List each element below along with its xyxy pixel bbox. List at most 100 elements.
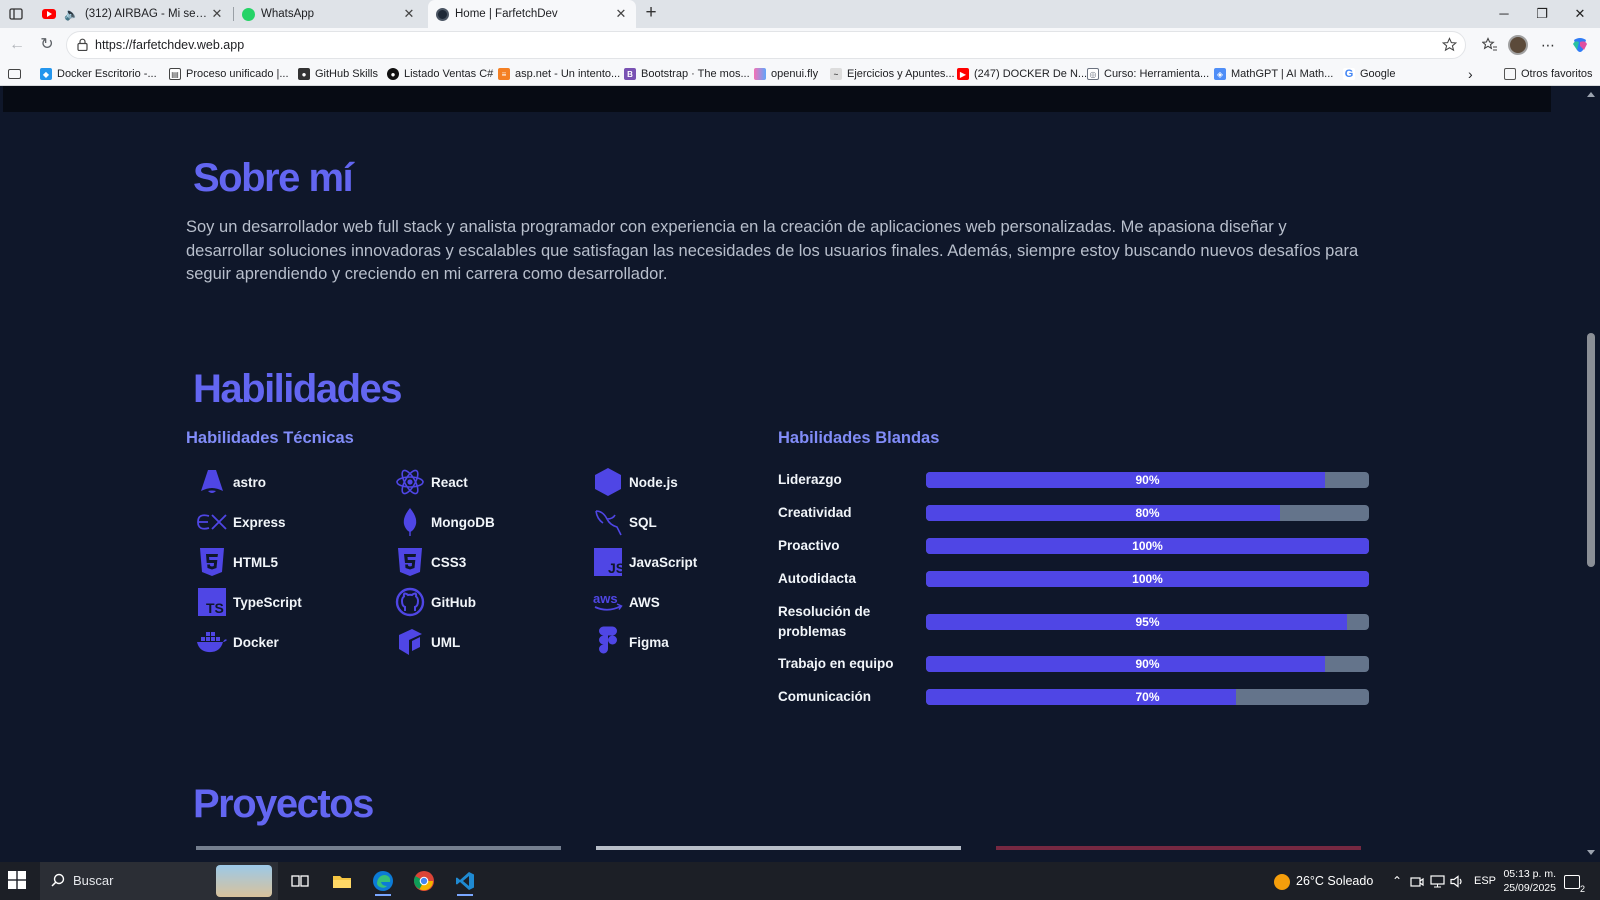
tech-skill-label: astro — [233, 474, 267, 490]
progress-percent: 100% — [1132, 572, 1163, 586]
reload-icon[interactable]: ↻ — [38, 36, 56, 54]
tab-actions-icon[interactable] — [6, 4, 26, 24]
search-icon — [51, 873, 65, 892]
scrollbar-thumb[interactable] — [1587, 333, 1595, 567]
new-tab-button[interactable]: + — [640, 3, 662, 25]
bookmark-ejercicios[interactable]: ~ Ejercicios y Apuntes... — [830, 66, 955, 82]
task-view-icon[interactable] — [283, 866, 317, 896]
language-indicator[interactable]: ESP — [1474, 862, 1496, 900]
browser-tab-youtube[interactable]: 🔈 (312) AIRBAG - Mi sensación ✕ — [34, 0, 232, 28]
soft-skill-progress-bar: 100% — [926, 571, 1369, 587]
bookmark-proceso-unificado[interactable]: ▤ Proceso unificado |... — [169, 66, 289, 82]
chevron-right-icon[interactable]: › — [1468, 66, 1473, 82]
github-icon: ● — [387, 68, 399, 80]
tech-skill-node-js: Node.js — [592, 466, 678, 498]
bookmark-mathgpt[interactable]: ◈ MathGPT | AI Math... — [1214, 66, 1333, 82]
bookmark-aspnet[interactable]: ≡ asp.net - Un intento... — [498, 66, 620, 82]
folder-icon — [1504, 68, 1516, 80]
mathgpt-icon: ◈ — [1214, 68, 1226, 80]
windows-start-icon[interactable] — [8, 871, 28, 891]
docker-icon: ◆ — [40, 68, 52, 80]
notifications-icon[interactable]: 2 — [1564, 862, 1585, 900]
soft-skill-label: Resolución de problemas — [778, 604, 871, 639]
svg-text:TS: TS — [206, 600, 224, 616]
tech-skill-label: MongoDB — [431, 514, 495, 530]
bookmark-curso[interactable]: ◎ Curso: Herramienta... — [1087, 66, 1209, 82]
astro-icon — [196, 466, 228, 498]
close-tab-icon[interactable]: ✕ — [402, 6, 416, 22]
show-hidden-icons-icon[interactable]: ⌃ — [1392, 862, 1402, 900]
bookmark-docker-youtube[interactable]: ▶ (247) DOCKER De N... — [957, 66, 1087, 82]
close-tab-icon[interactable]: ✕ — [210, 6, 224, 22]
book-icon: ▤ — [169, 68, 181, 80]
chrome-taskbar-icon[interactable] — [407, 866, 441, 896]
tech-skill-docker: Docker — [196, 626, 279, 658]
tech-skill-label: CSS3 — [431, 554, 467, 570]
taskbar-search[interactable]: Buscar — [40, 862, 278, 900]
page-scrollbar[interactable] — [1583, 86, 1600, 862]
tech-skill-express: Express — [196, 506, 286, 538]
meet-now-icon[interactable] — [1410, 862, 1424, 900]
browser-tab-farfetchdev[interactable]: Home | FarfetchDev ✕ — [428, 0, 636, 28]
tech-skill-astro: astro — [196, 466, 266, 498]
clock[interactable]: 05:13 p. m. 25/09/2025 — [1500, 862, 1556, 900]
vscode-taskbar-icon[interactable] — [448, 866, 482, 896]
soft-skill-label: Autodidacta — [778, 571, 857, 586]
bookmark-github-skills[interactable]: ● GitHub Skills — [298, 66, 378, 82]
bookmark-openui[interactable]: openui.fly — [754, 66, 818, 82]
soft-skill-label: Proactivo — [778, 538, 840, 553]
bookmark-docker[interactable]: ◆ Docker Escritorio -... — [40, 66, 157, 82]
copilot-icon[interactable] — [1570, 35, 1590, 55]
edge-taskbar-icon[interactable] — [366, 866, 400, 896]
address-bar[interactable]: https://farfetchdev.web.app — [66, 31, 1466, 59]
favorite-star-icon[interactable] — [1441, 37, 1458, 57]
openui-icon — [754, 68, 766, 80]
more-options-icon[interactable]: ⋯ — [1538, 35, 1558, 55]
site-header-bar — [3, 86, 1551, 112]
css3-icon — [394, 546, 426, 578]
tech-skill-html5: HTML5 — [196, 546, 278, 578]
bookmark-listado-ventas[interactable]: ● Listado Ventas C# — [387, 66, 493, 82]
reading-list-icon[interactable] — [8, 66, 21, 82]
tech-skill-label: UML — [431, 634, 461, 650]
bookmark-bootstrap[interactable]: B Bootstrap · The mos... — [624, 66, 750, 82]
soft-skill-label: Comunicación — [778, 689, 872, 704]
about-heading: Sobre mí — [193, 156, 354, 200]
tech-skill-label: HTML5 — [233, 554, 278, 570]
tech-skill-figma: Figma — [592, 626, 669, 658]
tech-skill-label: SQL — [629, 514, 657, 530]
other-favorites[interactable]: Otros favoritos — [1504, 66, 1593, 82]
close-tab-icon[interactable]: ✕ — [614, 6, 628, 22]
close-window-icon[interactable]: ✕ — [1562, 0, 1598, 28]
tech-skill-typescript: TS TypeScript — [196, 586, 302, 618]
project-card[interactable] — [996, 846, 1361, 850]
search-placeholder: Buscar — [73, 873, 114, 888]
address-toolbar: ← ↻ https://farfetchdev.web.app ⋯ — [0, 28, 1600, 62]
file-explorer-icon[interactable] — [325, 866, 359, 896]
favorites-icon[interactable] — [1480, 35, 1500, 55]
tab-title: Home | FarfetchDev — [455, 8, 558, 20]
restore-icon[interactable]: ❐ — [1524, 0, 1560, 28]
progress-percent: 90% — [1135, 657, 1160, 671]
project-card[interactable] — [196, 846, 561, 850]
progress-percent: 90% — [1135, 473, 1160, 487]
profile-avatar[interactable] — [1508, 35, 1528, 55]
back-icon[interactable]: ← — [8, 36, 26, 54]
soft-skill-progress-bar: 90% — [926, 472, 1369, 488]
browser-tab-whatsapp[interactable]: WhatsApp ✕ — [234, 0, 424, 28]
volume-icon[interactable] — [1450, 862, 1465, 900]
project-card[interactable] — [596, 846, 961, 850]
youtube-icon — [42, 9, 56, 19]
scroll-down-icon[interactable] — [1587, 850, 1595, 855]
lock-icon[interactable] — [77, 38, 88, 56]
minimize-icon[interactable]: ─ — [1486, 0, 1522, 28]
network-icon[interactable] — [1430, 862, 1445, 900]
soft-skill-progress-bar: 95% — [926, 614, 1369, 630]
bookmark-google[interactable]: G Google — [1343, 66, 1395, 82]
weather-widget[interactable]: 26°C Soleado — [1274, 862, 1373, 900]
speaker-icon[interactable]: 🔈 — [64, 7, 79, 21]
scroll-up-icon[interactable] — [1587, 92, 1595, 97]
tech-skill-aws: aws AWS — [592, 586, 660, 618]
tech-skill-uml: UML — [394, 626, 460, 658]
tab-title: WhatsApp — [261, 8, 315, 20]
